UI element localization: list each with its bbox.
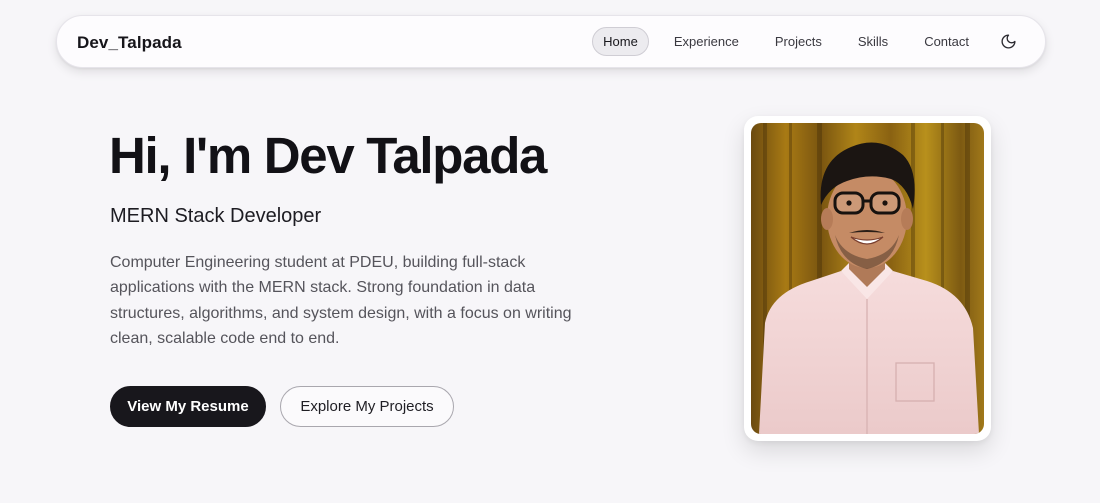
nav-link-home[interactable]: Home bbox=[592, 27, 649, 56]
nav-links: Home Experience Projects Skills Contact bbox=[592, 27, 1023, 56]
nav-link-contact[interactable]: Contact bbox=[913, 27, 980, 56]
nav-link-projects[interactable]: Projects bbox=[764, 27, 833, 56]
hero-description: Computer Engineering student at PDEU, bu… bbox=[110, 254, 572, 347]
navbar: Dev_Talpada Home Experience Projects Ski… bbox=[56, 15, 1046, 68]
brand-logo[interactable]: Dev_Talpada bbox=[77, 16, 182, 69]
profile-photo bbox=[751, 123, 984, 434]
explore-projects-button[interactable]: Explore My Projects bbox=[280, 386, 454, 427]
moon-icon bbox=[1001, 34, 1016, 49]
nav-link-experience[interactable]: Experience bbox=[663, 27, 750, 56]
hero-subtitle: MERN Stack Developer bbox=[110, 205, 322, 227]
nav-link-skills[interactable]: Skills bbox=[847, 27, 899, 56]
view-resume-button[interactable]: View My Resume bbox=[110, 386, 266, 427]
profile-card bbox=[744, 116, 991, 441]
theme-toggle-button[interactable] bbox=[994, 27, 1023, 56]
hero-title: Hi, I'm Dev Talpada bbox=[109, 127, 547, 184]
